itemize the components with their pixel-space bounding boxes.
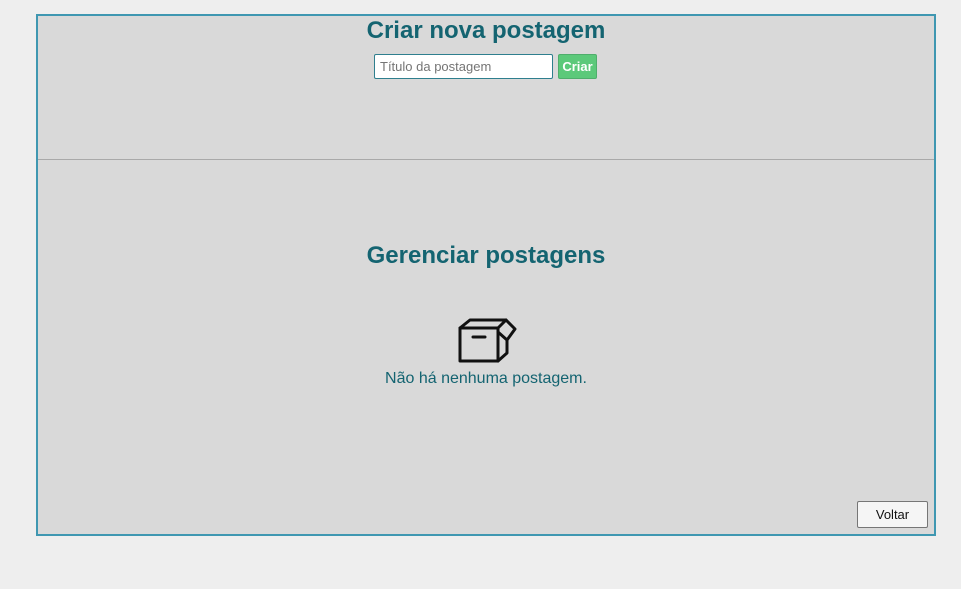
back-button[interactable]: Voltar [857, 501, 928, 528]
create-post-form: Criar [374, 54, 597, 79]
empty-box-icon [458, 318, 517, 363]
manage-posts-section: Gerenciar postagens Não há nenhuma posta… [38, 161, 934, 534]
create-post-button[interactable]: Criar [558, 54, 597, 79]
manage-posts-title: Gerenciar postagens [366, 242, 606, 269]
post-title-input[interactable] [374, 54, 553, 79]
empty-posts-message: Não há nenhuma postagem. [385, 370, 587, 387]
create-post-section: Criar nova postagem Criar [38, 16, 934, 160]
create-post-title: Criar nova postagem [366, 17, 606, 44]
main-panel: Criar nova postagem Criar Gerenciar post… [36, 14, 936, 536]
